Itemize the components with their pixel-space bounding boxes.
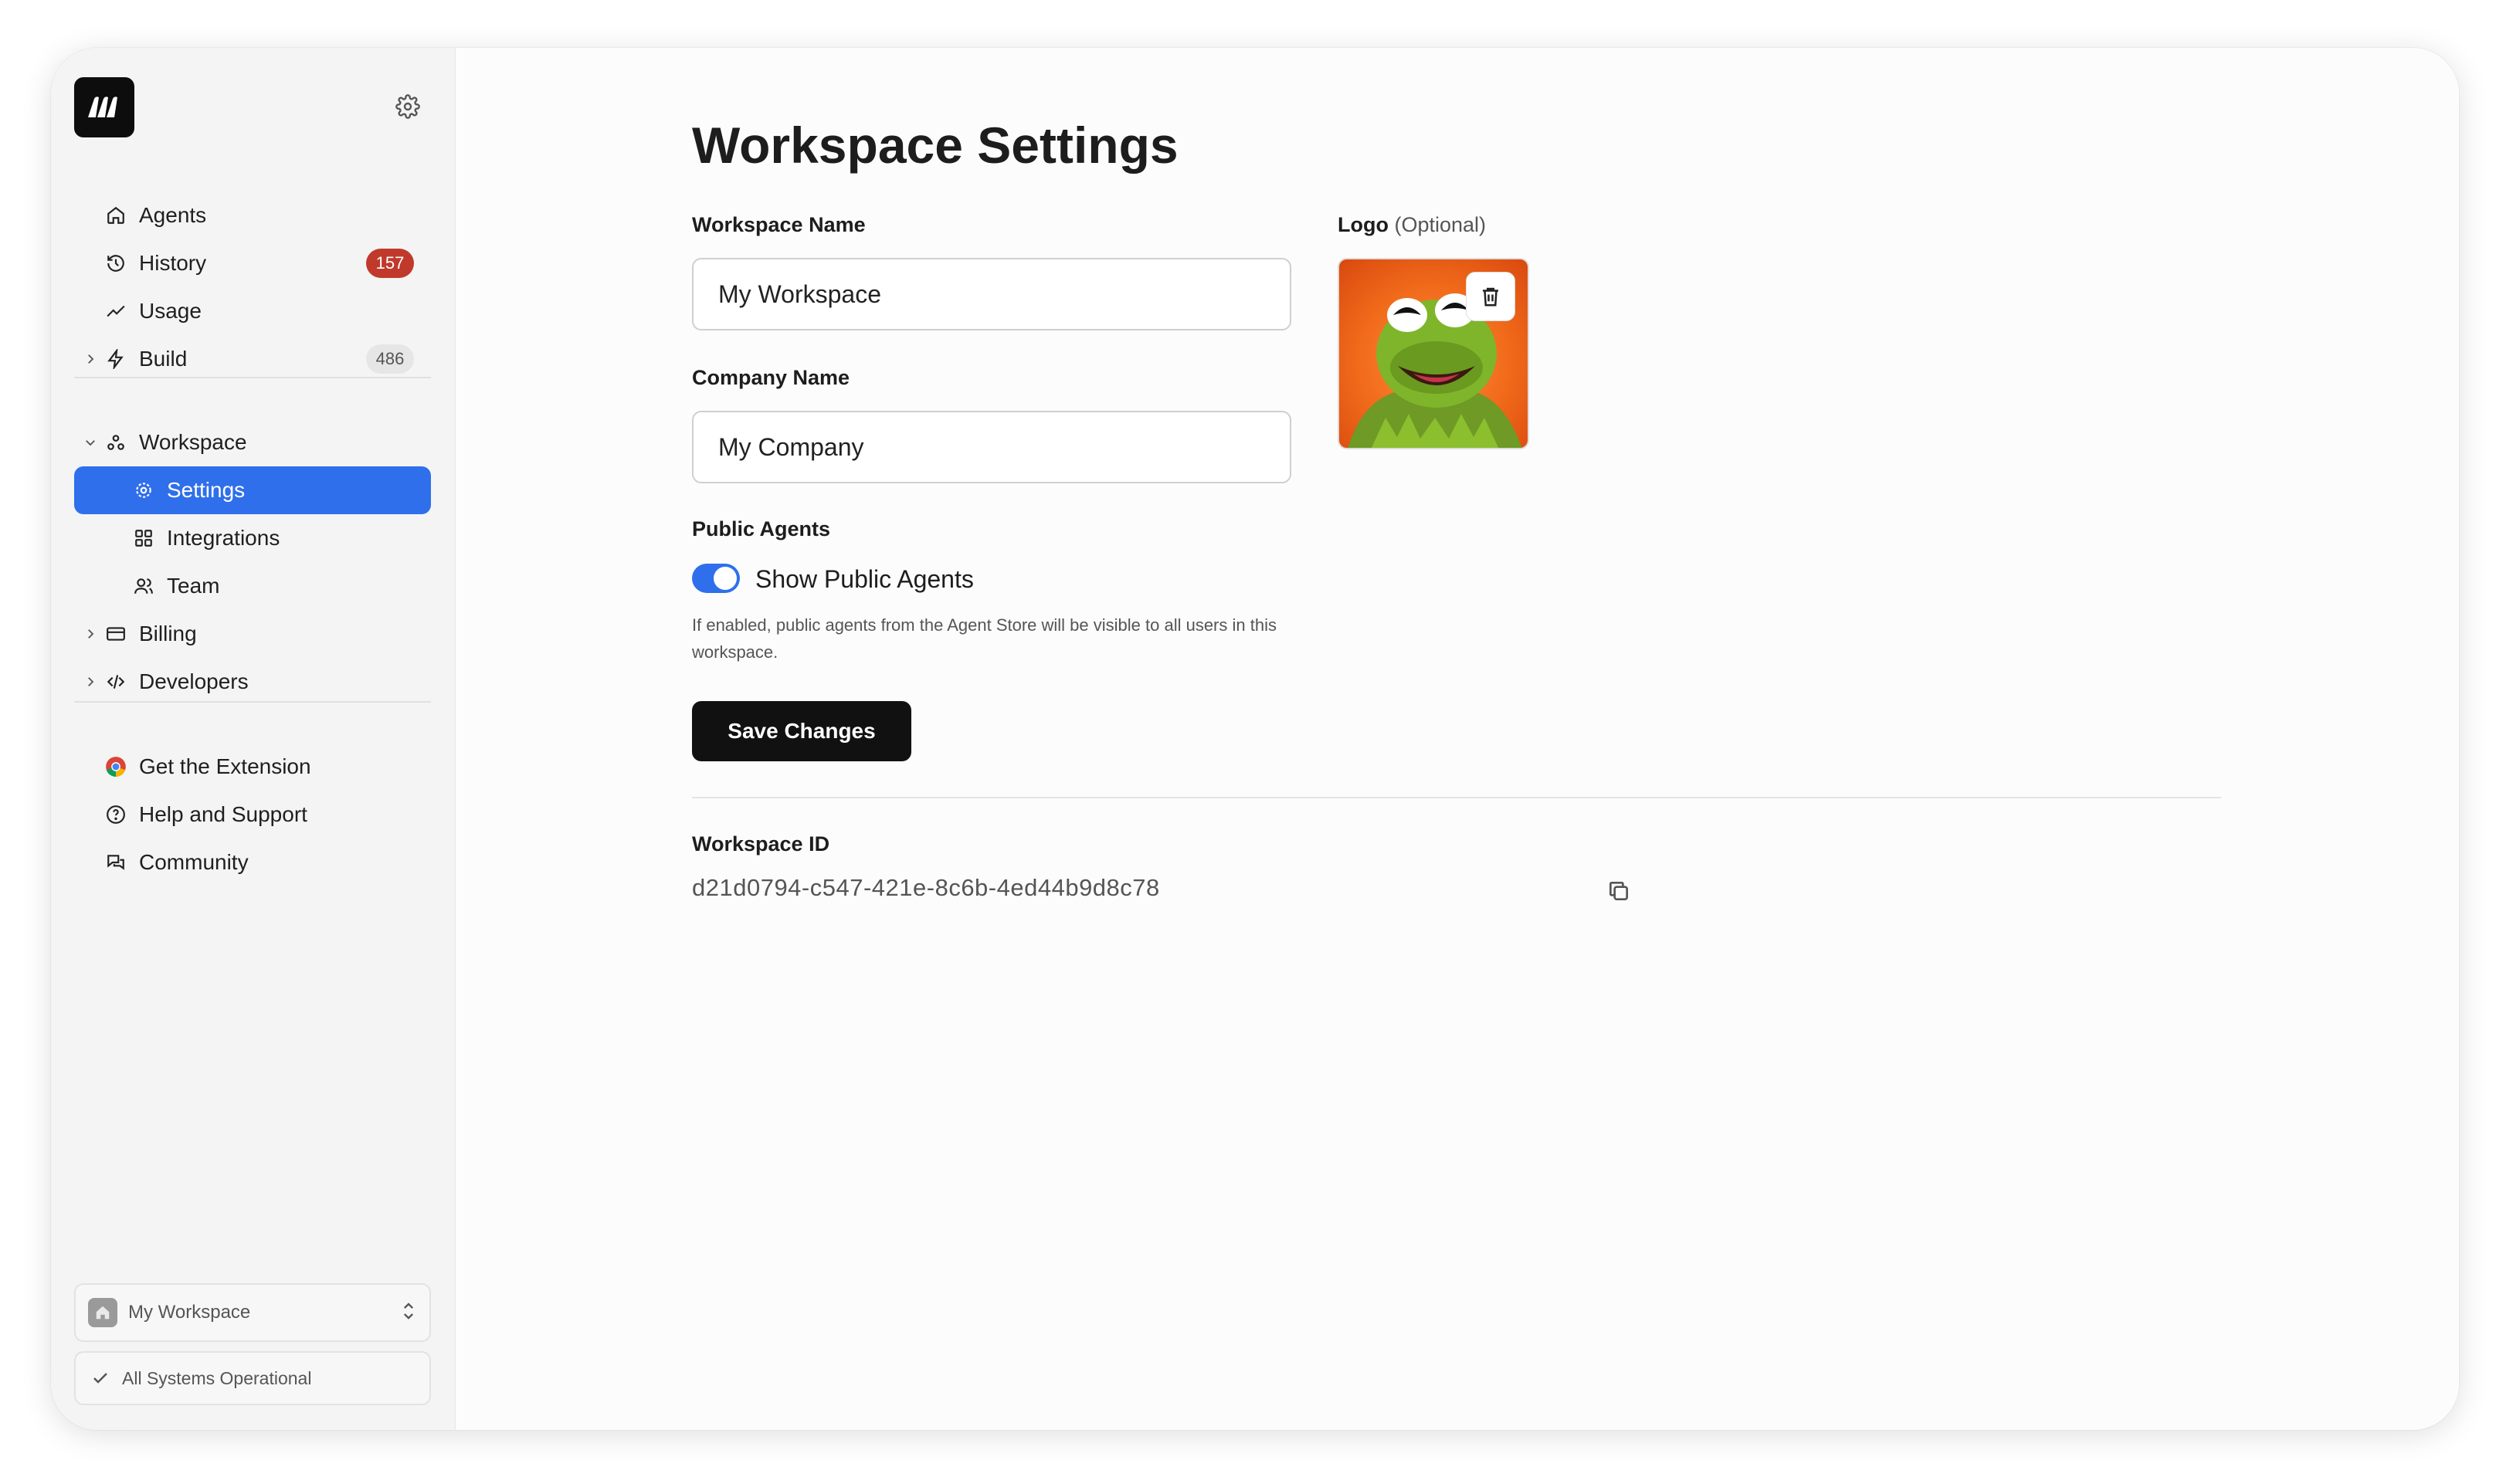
- chevron-updown-icon: [402, 1301, 416, 1325]
- public-agents-label: Public Agents: [692, 517, 831, 540]
- bolt-icon: [103, 347, 128, 371]
- footer-links: Get the Extension Help and Support Commu…: [74, 743, 431, 886]
- history-icon: [103, 251, 128, 276]
- card-icon: [103, 622, 128, 646]
- sidebar-item-label: Build: [139, 347, 188, 371]
- sidebar-item-build[interactable]: Build 486: [74, 335, 431, 383]
- workspace-id-label: Workspace ID: [692, 832, 830, 856]
- workspace-switcher[interactable]: My Workspace: [74, 1283, 431, 1342]
- sidebar-item-label: Integrations: [167, 526, 280, 550]
- sidebar-item-label: Team: [167, 574, 220, 598]
- trend-icon: [103, 299, 128, 324]
- app-window: Agents History 157 Usage Build 486 Works…: [51, 48, 2459, 1430]
- sidebar-item-history[interactable]: History 157: [74, 239, 431, 287]
- workspace-icon: [103, 430, 128, 455]
- users-icon: [131, 574, 156, 598]
- sidebar-item-label: Settings: [167, 478, 246, 502]
- logo-optional-text: (Optional): [1394, 213, 1487, 236]
- check-icon: [91, 1369, 113, 1387]
- sidebar-divider: [74, 701, 431, 703]
- code-icon: [103, 669, 128, 694]
- logo-image[interactable]: [1338, 258, 1529, 449]
- toggle-knob: [714, 567, 737, 590]
- public-agents-toggle-label[interactable]: Show Public Agents: [755, 565, 974, 594]
- sidebar-item-label: Billing: [139, 622, 197, 645]
- chevron-right-icon[interactable]: [80, 672, 100, 692]
- build-count-badge: 486: [366, 344, 414, 374]
- status-text: All Systems Operational: [122, 1367, 312, 1388]
- trash-icon: [1483, 287, 1498, 307]
- page-title: Workspace Settings: [692, 117, 1179, 174]
- logo-mark-icon: [88, 97, 117, 117]
- system-status[interactable]: All Systems Operational: [74, 1351, 431, 1405]
- sidebar-item-label: Usage: [139, 299, 202, 323]
- chrome-icon: [103, 754, 128, 779]
- sidebar-item-integrations[interactable]: Integrations: [74, 514, 431, 562]
- workspace-switcher-label: My Workspace: [128, 1302, 251, 1323]
- app-logo[interactable]: [74, 77, 134, 137]
- help-icon: [103, 802, 128, 827]
- sidebar-item-settings[interactable]: Settings: [74, 466, 431, 514]
- get-extension-link[interactable]: Get the Extension: [74, 743, 431, 791]
- copy-icon[interactable]: [1606, 879, 1631, 903]
- company-name-input[interactable]: [692, 411, 1291, 483]
- sidebar-item-label: Community: [139, 850, 249, 874]
- company-name-label: Company Name: [692, 366, 850, 389]
- sidebar-item-agents[interactable]: Agents: [74, 191, 431, 239]
- sidebar-item-label: Get the Extension: [139, 754, 311, 778]
- sidebar-item-label: Developers: [139, 669, 249, 693]
- sidebar-item-label: Agents: [139, 203, 207, 227]
- logo-label-text: Logo: [1338, 213, 1389, 236]
- chevron-right-icon[interactable]: [80, 624, 100, 644]
- primary-nav: Agents History 157 Usage Build 486: [74, 191, 431, 383]
- home-icon: [88, 1298, 117, 1327]
- save-changes-button[interactable]: Save Changes: [692, 701, 911, 761]
- section-divider: [692, 797, 2221, 798]
- main-content: Workspace Settings Workspace Name Compan…: [456, 48, 2459, 1430]
- sidebar-item-team[interactable]: Team: [74, 562, 431, 610]
- workspace-name-label: Workspace Name: [692, 213, 866, 236]
- sidebar: Agents History 157 Usage Build 486 Works…: [51, 48, 456, 1430]
- chevron-right-icon[interactable]: [80, 349, 100, 369]
- history-count-badge: 157: [366, 249, 414, 278]
- logo-label: Logo (Optional): [1338, 213, 1486, 237]
- chevron-down-icon[interactable]: [80, 432, 100, 452]
- workspace-id-value: d21d0794-c547-421e-8c6b-4ed44b9d8c78: [692, 874, 1160, 901]
- sidebar-item-billing[interactable]: Billing: [74, 610, 431, 658]
- workspace-name-input[interactable]: [692, 258, 1291, 330]
- sidebar-item-usage[interactable]: Usage: [74, 287, 431, 335]
- grid-icon: [131, 526, 156, 551]
- gear-icon: [131, 478, 156, 503]
- sidebar-item-workspace[interactable]: Workspace: [74, 418, 431, 466]
- help-support-link[interactable]: Help and Support: [74, 791, 431, 839]
- home-icon: [103, 203, 128, 228]
- sidebar-item-label: Workspace: [139, 430, 247, 454]
- public-agents-help-text: If enabled, public agents from the Agent…: [692, 615, 1277, 662]
- delete-logo-button[interactable]: [1466, 272, 1515, 321]
- settings-gear-icon[interactable]: [392, 91, 423, 122]
- workspace-nav: Workspace Settings Integrations Team Bil…: [74, 418, 431, 706]
- sidebar-item-developers[interactable]: Developers: [74, 658, 431, 706]
- public-agents-toggle[interactable]: [692, 564, 740, 593]
- sidebar-item-label: History: [139, 251, 207, 275]
- community-link[interactable]: Community: [74, 839, 431, 886]
- sidebar-item-label: Help and Support: [139, 802, 307, 826]
- sidebar-divider: [74, 377, 431, 378]
- chat-icon: [103, 850, 128, 875]
